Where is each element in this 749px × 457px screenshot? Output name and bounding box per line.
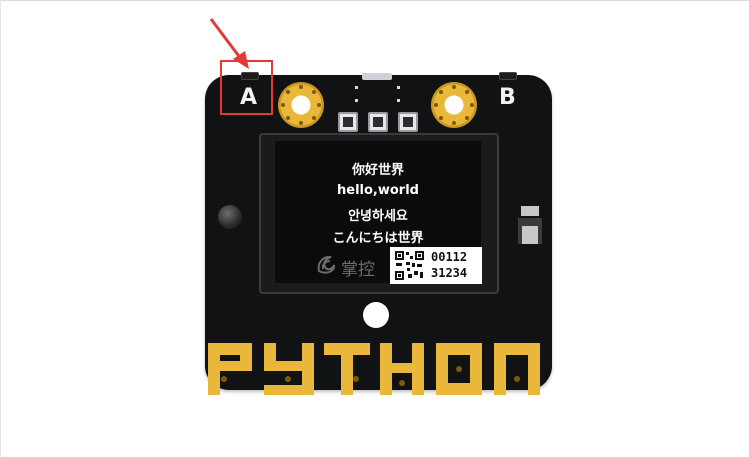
led-dot: [397, 86, 400, 89]
qr-number-1: 00112: [431, 250, 468, 264]
light-sensor: [518, 206, 542, 244]
swirl-logo-icon: [317, 255, 336, 274]
led-dot: [355, 86, 358, 89]
rgb-led-1: [338, 112, 358, 132]
button-b-label: B: [499, 85, 516, 110]
logo-text: 掌控: [341, 260, 375, 280]
gold-pad-left: [278, 82, 324, 128]
usb-connector: [362, 73, 392, 80]
screen-line-4: こんにちは世界: [332, 231, 424, 246]
screen-line-1: 你好世界: [351, 163, 404, 178]
qr-code-icon: [394, 250, 425, 281]
microphone: [218, 205, 242, 229]
qr-number-2: 31234: [431, 266, 468, 280]
rgb-led-2: [368, 112, 388, 132]
qr-label: 00112 31234: [390, 247, 482, 284]
left-border: [0, 0, 1, 457]
mounting-hole: [363, 302, 389, 328]
led-dot: [397, 99, 400, 102]
screen-line-3: 안녕하세요: [348, 209, 408, 224]
button-b-hardware: [499, 72, 517, 80]
led-dot: [355, 99, 358, 102]
screen-line-2: hello,world: [337, 183, 419, 198]
top-border: [0, 0, 749, 1]
python-brand-logo: [208, 343, 540, 395]
gold-pad-right: [431, 82, 477, 128]
rgb-led-3: [398, 112, 418, 132]
highlight-box-button-a: [220, 60, 273, 115]
